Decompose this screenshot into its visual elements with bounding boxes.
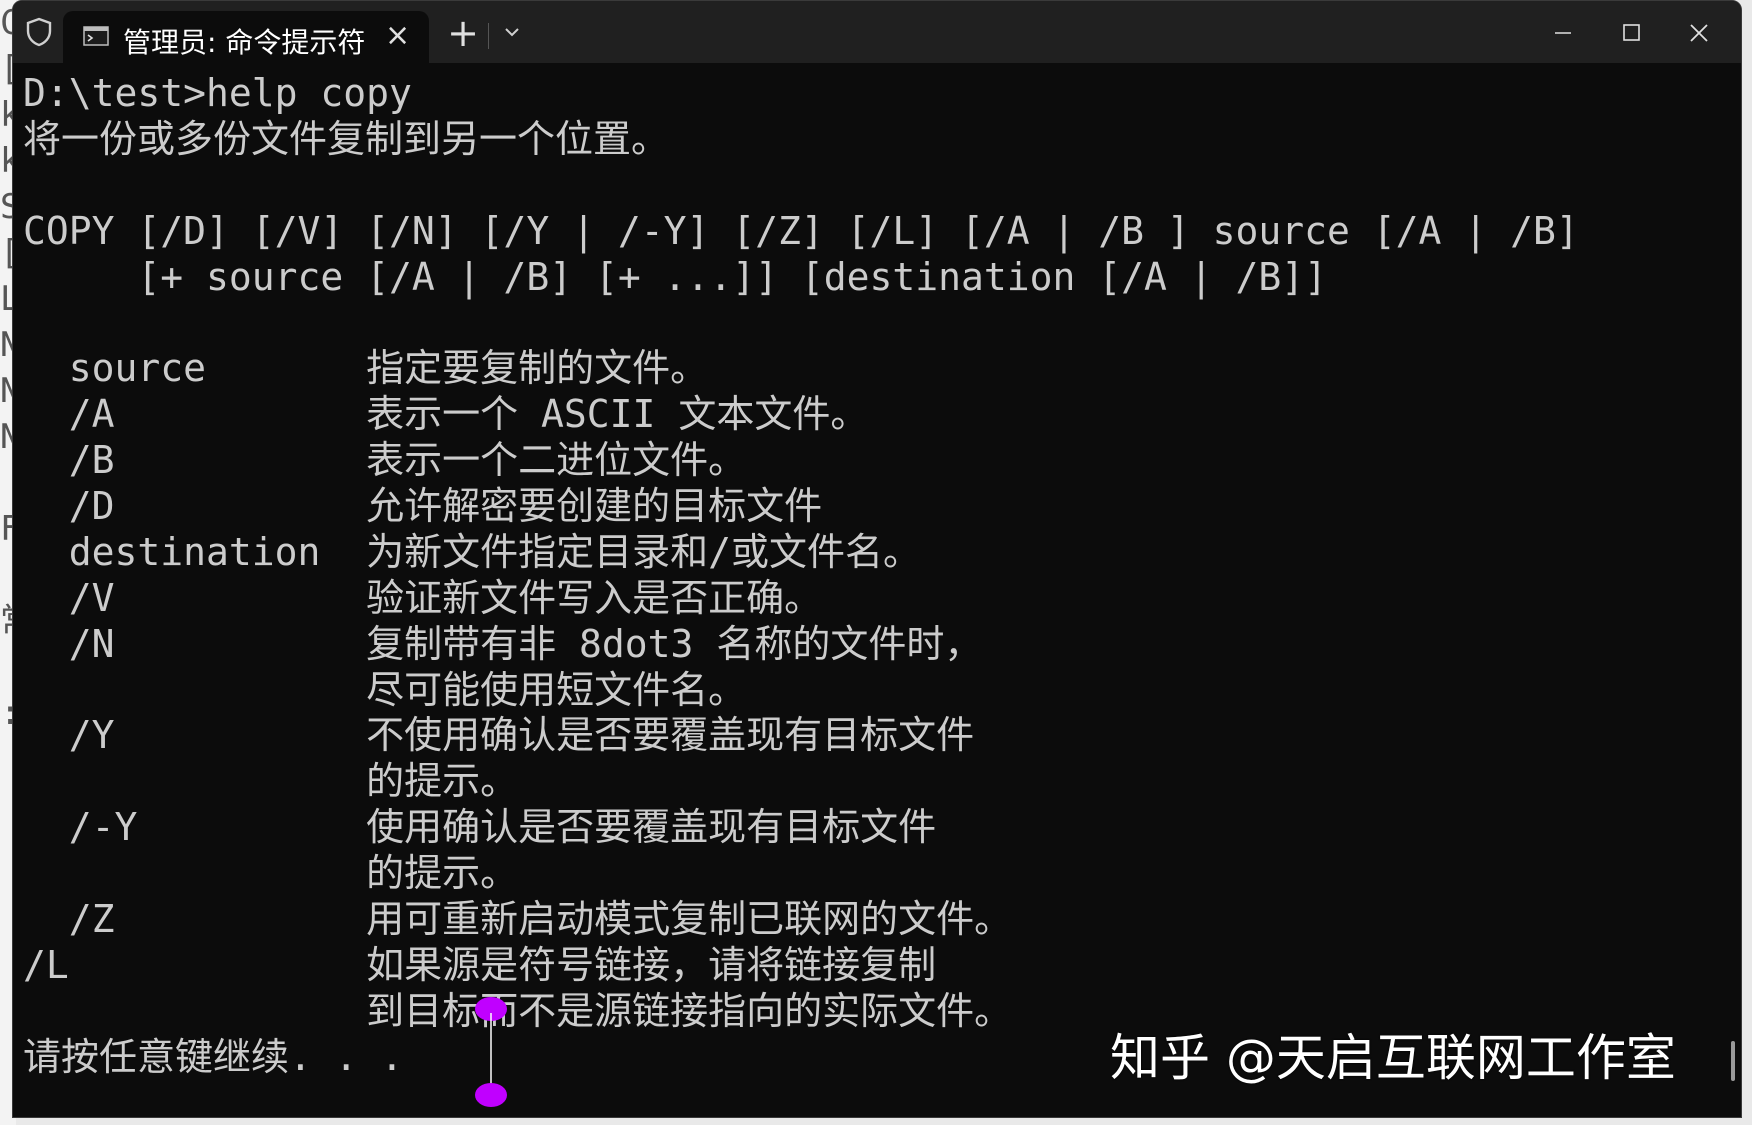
console-line: /L 如果源是符号链接，请将链接复制 <box>23 942 937 987</box>
console-line: 将一份或多份文件复制到另一个位置。 <box>23 116 670 161</box>
console-line: [+ source [/A | /B] [+ ...]] [destinatio… <box>23 254 1328 299</box>
console-line: /A 表示一个 ASCII 文本文件。 <box>23 392 869 437</box>
console-line: /-Y 使用确认是否要覆盖现有目标文件 <box>23 805 937 850</box>
console-line: source 指定要复制的文件。 <box>23 346 709 391</box>
new-tab-button[interactable]: + <box>443 13 483 53</box>
console-line: /V 验证新文件写入是否正确。 <box>23 575 823 620</box>
console-line: /Z 用可重新启动模式复制已联网的文件。 <box>23 897 1013 942</box>
watermark: 知乎 @天启互联网工作室 <box>1110 1029 1676 1087</box>
console-line: destination 为新文件指定目录和/或文件名。 <box>23 529 922 574</box>
console-line: /N 复制带有非 8dot3 名称的文件时， <box>23 621 983 666</box>
titlebar-divider <box>488 23 489 49</box>
title-bar[interactable]: 管理员: 命令提示符 × + <box>13 1 1741 63</box>
console-line: COPY [/D] [/V] [/N] [/Y | /-Y] [/Z] [/L]… <box>23 208 1579 253</box>
tab-command-prompt[interactable]: 管理员: 命令提示符 × <box>63 11 429 63</box>
console-line: /D 允许解密要创建的目标文件 <box>23 484 823 529</box>
tab-title: 管理员: 命令提示符 <box>123 26 366 59</box>
maximize-button[interactable] <box>1609 15 1653 51</box>
console-line: /Y 不使用确认是否要覆盖现有目标文件 <box>23 713 975 758</box>
shield-icon <box>26 17 52 47</box>
chevron-down-icon[interactable] <box>497 17 527 47</box>
minimize-button[interactable] <box>1541 15 1585 51</box>
close-button[interactable] <box>1677 15 1721 51</box>
console-output[interactable]: D:\test>help copy 将一份或多份文件复制到另一个位置。 COPY [… <box>23 71 1723 1111</box>
console-line: 的提示。 <box>23 759 519 804</box>
terminal-icon <box>83 26 109 46</box>
terminal-window: 管理员: 命令提示符 × + D:\test>help copy 将一份或多份文件… <box>12 0 1742 1118</box>
console-line: D:\test>help copy <box>23 71 412 115</box>
console-line: 尽可能使用短文件名。 <box>23 667 747 712</box>
console-line: /B 表示一个二进位文件。 <box>23 438 747 483</box>
console-line: 的提示。 <box>23 851 519 896</box>
scrollbar-thumb[interactable] <box>1731 1041 1735 1081</box>
text-cursor-marker-icon <box>475 997 507 1107</box>
tab-close-button[interactable]: × <box>385 19 410 53</box>
